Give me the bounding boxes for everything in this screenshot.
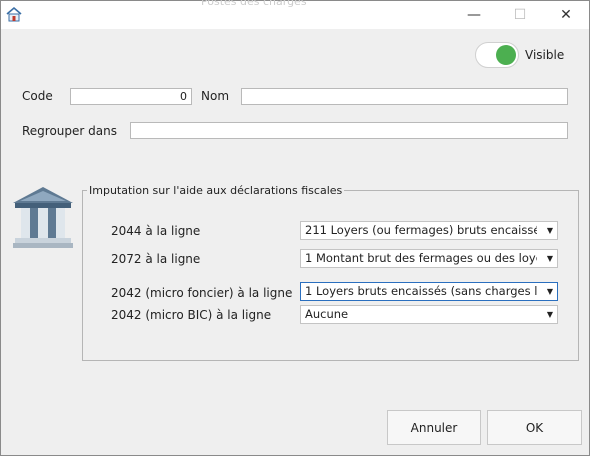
code-label: Code bbox=[22, 89, 53, 103]
close-button[interactable]: ✕ bbox=[543, 1, 589, 29]
fiscal-group-title: Imputation sur l'aide aux déclarations f… bbox=[87, 184, 345, 197]
nom-label: Nom bbox=[201, 89, 230, 103]
toggle-knob bbox=[496, 45, 516, 65]
window-title: Postes des charges bbox=[201, 0, 307, 8]
row-2044-label: 2044 à la ligne bbox=[111, 224, 201, 238]
nom-input[interactable] bbox=[241, 88, 568, 105]
home-icon bbox=[6, 6, 22, 22]
dialog-window: Postes des charges — ☐ ✕ Visible Code 0 … bbox=[0, 0, 590, 456]
cancel-button[interactable]: Annuler bbox=[387, 410, 481, 445]
visible-label: Visible bbox=[525, 48, 565, 62]
ok-button[interactable]: OK bbox=[487, 410, 582, 445]
chevron-down-icon: ▼ bbox=[546, 254, 553, 263]
row-2042-micro-bic-select[interactable]: Aucune ▼ bbox=[300, 305, 558, 324]
title-bar: Postes des charges — ☐ ✕ bbox=[1, 0, 589, 29]
row-2044-select[interactable]: 211 Loyers (ou fermages) bruts encaissés… bbox=[300, 221, 558, 240]
row-2072-value: 1 Montant brut des fermages ou des loyer… bbox=[305, 251, 537, 265]
chevron-down-icon: ▼ bbox=[546, 287, 553, 296]
row-2042-micro-bic-value: Aucune bbox=[305, 307, 349, 321]
row-2042-micro-foncier-select[interactable]: 1 Loyers bruts encaissés (sans charges l… bbox=[300, 282, 558, 301]
chevron-down-icon: ▼ bbox=[546, 226, 553, 235]
regrouper-label: Regrouper dans bbox=[22, 124, 117, 138]
chevron-down-icon: ▼ bbox=[546, 310, 553, 319]
row-2042-micro-foncier-value: 1 Loyers bruts encaissés (sans charges l… bbox=[305, 284, 537, 298]
row-2042-micro-foncier-label: 2042 (micro foncier) à la ligne bbox=[111, 286, 293, 300]
code-input[interactable]: 0 bbox=[70, 88, 192, 105]
regrouper-input[interactable] bbox=[130, 122, 568, 139]
row-2042-micro-bic-label: 2042 (micro BIC) à la ligne bbox=[111, 308, 272, 322]
maximize-button[interactable]: ☐ bbox=[497, 1, 543, 29]
fiscal-group bbox=[82, 190, 579, 361]
bank-icon bbox=[13, 187, 73, 248]
row-2044-value: 211 Loyers (ou fermages) bruts encaissés bbox=[305, 223, 537, 237]
row-2072-label: 2072 à la ligne bbox=[111, 252, 201, 266]
row-2072-select[interactable]: 1 Montant brut des fermages ou des loyer… bbox=[300, 249, 558, 268]
visible-toggle[interactable] bbox=[475, 42, 519, 68]
minimize-button[interactable]: — bbox=[451, 1, 497, 29]
